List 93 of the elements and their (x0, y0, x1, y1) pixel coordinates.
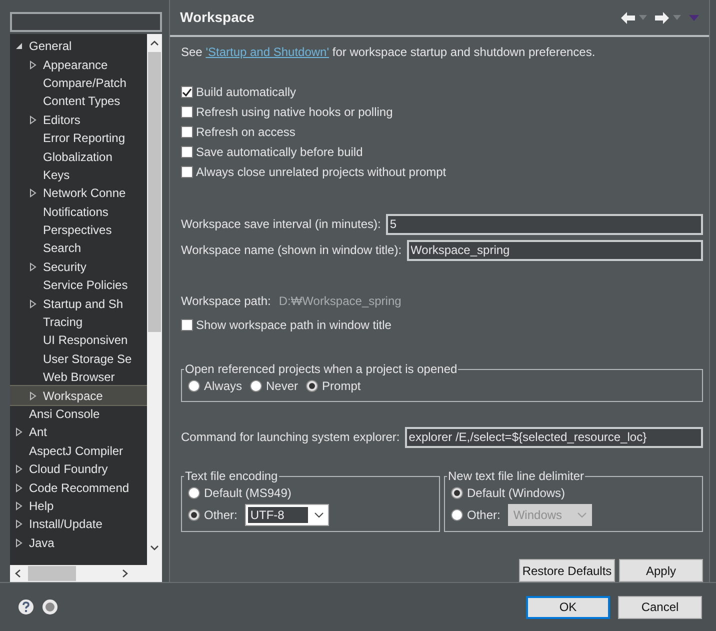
horizontal-scrollbar[interactable] (10, 565, 162, 582)
checkbox[interactable] (181, 86, 193, 98)
interval-field[interactable]: 5 (386, 214, 703, 234)
tree-item[interactable]: Keys (10, 166, 147, 184)
radio-label[interactable]: Other: (204, 506, 238, 524)
vertical-scrollbar[interactable] (147, 34, 162, 565)
checkbox[interactable] (181, 126, 193, 138)
path-value: D:₩Workspace_spring (278, 293, 402, 310)
filter-field[interactable] (10, 12, 162, 32)
tree-item[interactable]: Perspectives (10, 220, 147, 240)
radio-button[interactable] (188, 509, 200, 521)
radio-button[interactable] (188, 487, 200, 499)
tree-item[interactable]: AspectJ Compiler (10, 442, 147, 460)
cancel-button[interactable]: Cancel (618, 596, 702, 618)
expand-triangle-icon[interactable] (28, 390, 38, 401)
tree-item[interactable]: Notifications (10, 202, 147, 221)
radio-button[interactable] (306, 380, 318, 392)
group-title: Open referenced projects when a project is opened (184, 363, 458, 375)
expand-triangle-icon[interactable] (14, 464, 24, 474)
field-label: Workspace name (shown in window title): (181, 242, 402, 259)
restore-defaults-button[interactable]: Restore Defaults (519, 559, 615, 582)
tree-item[interactable]: Code Recommend (10, 478, 147, 497)
field-label: Command for launching system explorer: (181, 429, 400, 446)
tree-item[interactable]: Network Conne (10, 184, 147, 203)
page-title: Workspace (180, 8, 254, 27)
tree-item[interactable]: UI Responsiven (10, 331, 147, 350)
checkbox[interactable] (181, 319, 193, 331)
tree-item[interactable]: Editors (10, 110, 147, 129)
radio-button[interactable] (188, 380, 200, 392)
checkbox-label[interactable]: Save automatically before build (196, 143, 363, 161)
checkbox-label[interactable]: Show workspace path in window title (196, 316, 392, 334)
expand-triangle-icon[interactable] (14, 538, 24, 548)
checkbox[interactable] (181, 166, 193, 178)
encoding-dropdown[interactable]: UTF-8 (245, 504, 330, 526)
tree-item[interactable]: Ansi Console (10, 404, 147, 424)
tree-item[interactable]: Globalization (10, 147, 147, 166)
tree-item[interactable]: Workspace (10, 386, 147, 405)
radio-label[interactable]: Prompt (322, 377, 361, 395)
forward-arrow-icon[interactable] (655, 12, 669, 24)
tree-item[interactable]: Search (10, 239, 147, 258)
tree-item[interactable]: Cloud Foundry (10, 460, 147, 478)
expand-triangle-icon[interactable] (28, 188, 38, 198)
field-label: Workspace save interval (in minutes): (181, 216, 381, 233)
checkbox-label[interactable]: Refresh on access (196, 123, 296, 141)
tree-item[interactable]: Security (10, 258, 147, 276)
expand-triangle-icon[interactable] (28, 60, 38, 70)
radio-label[interactable]: Other: (467, 506, 500, 524)
radio-label[interactable]: Default (MS949) (204, 484, 292, 502)
radio-button[interactable] (250, 380, 262, 392)
radio-button[interactable] (451, 509, 463, 521)
expand-triangle-icon[interactable] (14, 482, 24, 493)
group-title: Text file encoding (184, 470, 279, 482)
checkbox[interactable] (181, 146, 193, 158)
tree-item[interactable]: Web Browser (10, 368, 147, 386)
checkbox-label[interactable]: Build automatically (196, 83, 296, 101)
ok-button[interactable]: OK (526, 596, 610, 618)
tree-item[interactable]: Ant (10, 423, 147, 442)
command-field[interactable]: explorer /E,/select=${selected_resource_loc} (404, 426, 703, 448)
record-icon[interactable] (42, 599, 58, 615)
radio-label[interactable]: Never (266, 377, 298, 395)
checkbox[interactable] (181, 106, 193, 118)
expand-triangle-icon[interactable] (28, 262, 38, 272)
group-title: New text file line delimiter (447, 470, 586, 482)
checkbox-label[interactable]: Refresh using native hooks or polling (196, 103, 393, 121)
expand-triangle-icon[interactable] (28, 114, 38, 125)
expand-triangle-icon[interactable] (28, 298, 38, 309)
path-label: Workspace path: (181, 293, 271, 310)
expand-triangle-icon[interactable] (14, 500, 24, 511)
tree-item[interactable]: Appearance (10, 55, 147, 74)
tree-item[interactable]: Service Policies (10, 276, 147, 294)
expand-triangle-icon[interactable] (14, 519, 24, 530)
expand-triangle-icon[interactable] (14, 427, 24, 438)
apply-button[interactable]: Apply (619, 559, 703, 582)
encoding-dropdown: Windows (508, 504, 592, 526)
tree-item[interactable]: Content Types (10, 92, 147, 111)
tree-item[interactable]: Compare/Patch (10, 74, 147, 92)
intro-text: See 'Startup and Shutdown' for workspace startup and shutdown preferences. (181, 44, 596, 61)
tree-item[interactable]: Tracing (10, 312, 147, 332)
tree-item[interactable]: User Storage Se (10, 350, 147, 368)
radio-button[interactable] (451, 487, 463, 499)
tree-item[interactable]: Java (10, 534, 147, 552)
tree-item[interactable]: Error Reporting (10, 128, 147, 148)
tree-item[interactable]: Startup and Sh (10, 294, 147, 313)
tree-item[interactable]: Help (10, 496, 147, 516)
checkbox-label[interactable]: Always close unrelated projects without prompt (196, 163, 446, 181)
help-icon[interactable] (18, 599, 34, 615)
radio-label[interactable]: Default (Windows) (467, 484, 566, 502)
collapse-triangle-icon[interactable] (14, 41, 24, 52)
name-field[interactable]: Workspace_spring (406, 240, 703, 260)
tree-item[interactable]: Install/Update (10, 515, 147, 534)
tree-item[interactable]: General (10, 37, 147, 56)
back-arrow-icon[interactable] (621, 12, 635, 24)
radio-label[interactable]: Always (204, 377, 242, 395)
